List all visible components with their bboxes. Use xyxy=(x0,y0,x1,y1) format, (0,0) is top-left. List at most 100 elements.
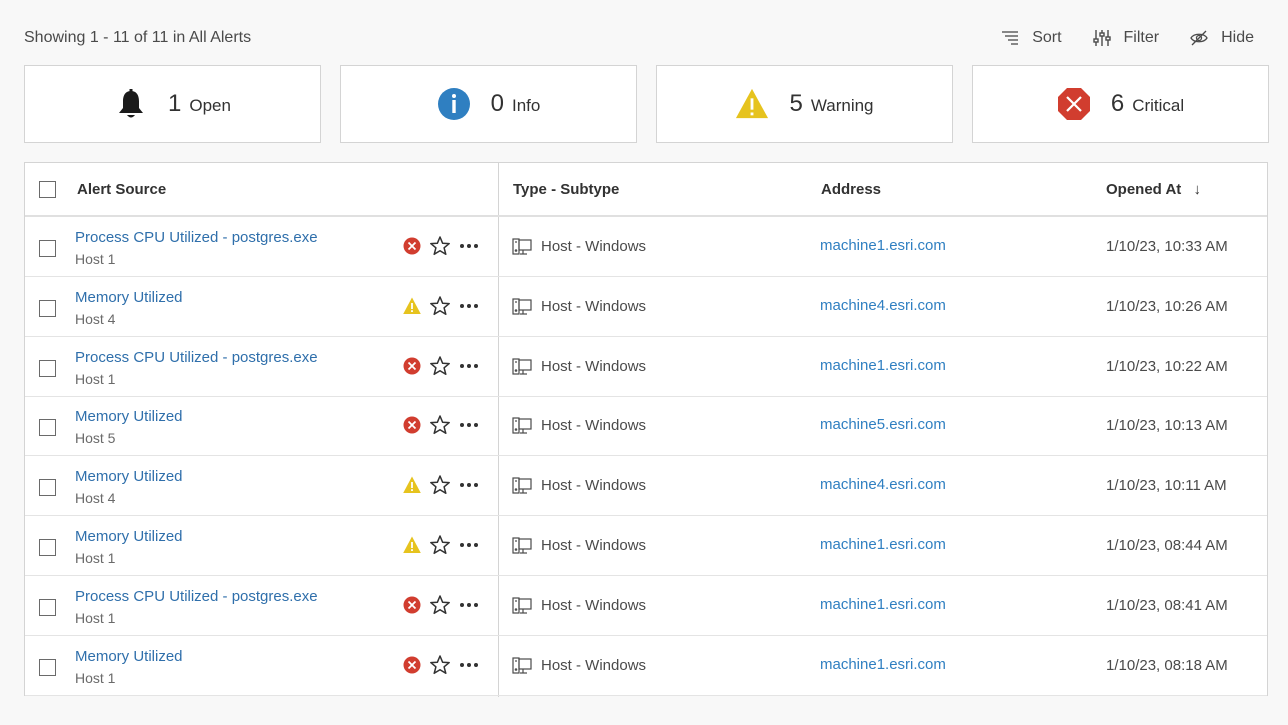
more-options-icon[interactable] xyxy=(457,474,481,496)
address-link[interactable]: machine1.esri.com xyxy=(820,237,946,254)
card-warning[interactable]: 5 Warning xyxy=(656,65,953,143)
row-checkbox[interactable] xyxy=(39,539,56,556)
row-checkbox[interactable] xyxy=(39,598,56,616)
results-count: Showing 1 - 11 of 11 in All Alerts xyxy=(24,29,252,46)
sort-icon xyxy=(1002,31,1019,45)
address-link[interactable]: machine5.esri.com xyxy=(820,416,946,433)
star-icon[interactable] xyxy=(429,355,451,377)
alert-source-link[interactable]: Memory Utilized xyxy=(75,648,183,665)
table-row[interactable]: Process CPU Utilized - postgres.exe Host … xyxy=(25,337,1267,397)
alert-host-label: Host 4 xyxy=(75,310,116,327)
sort-button[interactable]: Sort xyxy=(1000,26,1062,50)
host-windows-icon xyxy=(512,656,532,676)
column-opened-at-label: Opened At xyxy=(1106,181,1182,198)
more-options-icon[interactable] xyxy=(457,355,481,377)
alert-host-label: Host 1 xyxy=(75,550,116,566)
row-checkbox[interactable] xyxy=(39,419,56,437)
info-label: Info xyxy=(512,96,541,115)
host-windows-icon xyxy=(512,237,532,257)
table-row[interactable]: Process CPU Utilized - postgres.exe Host … xyxy=(25,576,1267,636)
row-checkbox[interactable] xyxy=(39,479,56,497)
host-windows-icon xyxy=(512,357,532,377)
table-row[interactable]: Memory Utilized Host 1 Host - Windows machi… xyxy=(25,636,1267,696)
star-icon[interactable] xyxy=(429,414,451,436)
column-address[interactable]: Address xyxy=(821,181,881,198)
sort-label: Sort xyxy=(1032,29,1062,46)
address-link[interactable]: machine1.esri.com xyxy=(820,357,946,374)
star-icon[interactable] xyxy=(429,474,451,496)
select-all-checkbox[interactable] xyxy=(39,181,56,198)
alert-source-link[interactable]: Memory Utilized xyxy=(75,408,183,425)
warning-count: 5 xyxy=(789,90,803,117)
filter-button[interactable]: Filter xyxy=(1092,26,1159,50)
more-options-icon[interactable] xyxy=(457,295,481,317)
alert-source-link[interactable]: Memory Utilized xyxy=(75,528,183,545)
more-options-icon[interactable] xyxy=(457,534,481,556)
card-info[interactable]: 0 Info xyxy=(340,65,637,143)
table-row[interactable]: Memory Utilized Host 1 Host - Windows machi… xyxy=(25,516,1267,576)
alert-source-link[interactable]: Memory Utilized xyxy=(75,468,183,485)
row-checkbox[interactable] xyxy=(39,658,56,676)
more-options-icon[interactable] xyxy=(457,594,481,616)
hide-button[interactable]: Hide xyxy=(1189,26,1254,50)
opened-at-value: 1/10/23, 10:22 AM xyxy=(1106,357,1228,375)
critical-count: 6 xyxy=(1110,90,1125,117)
address-link[interactable]: machine4.esri.com xyxy=(820,476,946,493)
table-row[interactable]: Memory Utilized Host 5 Host - Windows machi… xyxy=(25,396,1267,457)
more-options-icon[interactable] xyxy=(457,414,481,436)
row-checkbox[interactable] xyxy=(39,240,56,257)
table-header: Alert Source Type - Subtype Address Open… xyxy=(25,163,1267,217)
table-row[interactable]: Process CPU Utilized - postgres.exe Host … xyxy=(25,217,1267,277)
critical-icon xyxy=(403,416,421,434)
star-icon[interactable] xyxy=(429,235,451,257)
more-options-icon[interactable] xyxy=(457,654,481,676)
filter-icon xyxy=(1092,30,1111,46)
alert-host-label: Host 1 xyxy=(75,370,116,387)
alert-source-link[interactable]: Process CPU Utilized - postgres.exe xyxy=(75,349,318,366)
address-link[interactable]: machine1.esri.com xyxy=(820,656,946,673)
type-subtype-value: Host - Windows xyxy=(541,297,647,315)
host-windows-icon xyxy=(512,596,532,616)
host-windows-icon xyxy=(512,476,532,496)
host-windows-icon xyxy=(512,416,532,436)
address-link[interactable]: machine1.esri.com xyxy=(820,536,946,553)
open-label: Open xyxy=(189,96,231,115)
star-icon[interactable] xyxy=(429,295,451,317)
column-opened-at[interactable]: Opened At ↓ xyxy=(1106,181,1201,198)
alert-host-label: Host 1 xyxy=(75,669,116,686)
alert-host-label: Host 5 xyxy=(75,430,116,447)
open-count: 1 xyxy=(168,90,182,117)
opened-at-value: 1/10/23, 10:11 AM xyxy=(1106,477,1227,495)
sort-arrow-icon: ↓ xyxy=(1193,181,1201,198)
address-link[interactable]: machine4.esri.com xyxy=(820,297,946,314)
card-critical[interactable]: 6 Critical xyxy=(972,65,1269,143)
more-options-icon[interactable] xyxy=(457,235,481,257)
eye-off-icon xyxy=(1190,30,1208,46)
alert-host-label: Host 1 xyxy=(75,609,116,626)
opened-at-value: 1/10/23, 08:18 AM xyxy=(1106,656,1228,674)
address-link[interactable]: machine1.esri.com xyxy=(820,596,946,613)
warning-icon xyxy=(403,297,421,315)
column-alert-source[interactable]: Alert Source xyxy=(77,181,166,198)
opened-at-value: 1/10/23, 10:26 AM xyxy=(1106,297,1228,315)
card-open[interactable]: 1 Open xyxy=(24,65,321,143)
opened-at-value: 1/10/23, 10:33 AM xyxy=(1106,238,1228,255)
star-icon[interactable] xyxy=(429,654,451,676)
critical-icon xyxy=(403,596,421,614)
warning-icon xyxy=(403,536,421,554)
alert-source-link[interactable]: Process CPU Utilized - postgres.exe xyxy=(75,229,318,246)
type-subtype-value: Host - Windows xyxy=(541,357,647,375)
type-subtype-value: Host - Windows xyxy=(541,417,647,435)
critical-label: Critical xyxy=(1132,96,1185,115)
summary-cards: 1 Open 0 Info 5 Warning 6 Critical xyxy=(24,65,1269,143)
type-subtype-value: Host - Windows xyxy=(541,477,647,495)
table-row[interactable]: Memory Utilized Host 4 Host - Windows machi… xyxy=(25,456,1267,517)
table-row[interactable]: Memory Utilized Host 4 Host - Windows machi… xyxy=(25,277,1267,337)
row-checkbox[interactable] xyxy=(39,299,56,317)
alert-source-link[interactable]: Memory Utilized xyxy=(75,289,183,306)
star-icon[interactable] xyxy=(429,594,451,616)
star-icon[interactable] xyxy=(429,534,451,556)
column-type-subtype[interactable]: Type - Subtype xyxy=(513,181,619,198)
row-checkbox[interactable] xyxy=(39,359,56,377)
alert-source-link[interactable]: Process CPU Utilized - postgres.exe xyxy=(75,588,318,605)
